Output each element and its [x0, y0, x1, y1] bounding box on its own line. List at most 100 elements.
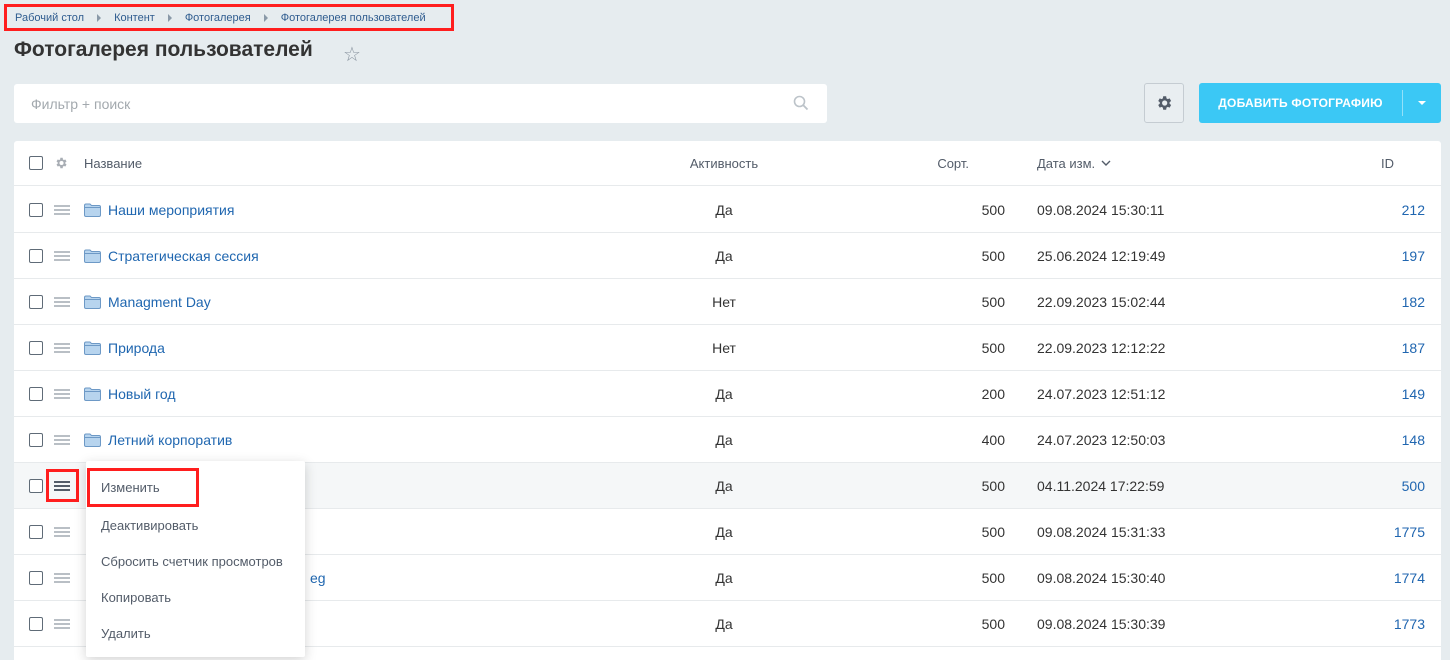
row-active: Нет — [712, 293, 736, 310]
table-row[interactable]: Новый год Да 200 24.07.2023 12:51:12 149 — [14, 371, 1441, 417]
menu-item-reset-views[interactable]: Сбросить счетчик просмотров — [86, 543, 305, 579]
row-sort: 500 — [981, 201, 1005, 218]
table-row[interactable]: Managment Day Нет 500 22.09.2023 15:02:44 18… — [14, 279, 1441, 325]
row-checkbox[interactable] — [29, 524, 43, 539]
row-id-link[interactable]: 187 — [1314, 325, 1425, 370]
table-row[interactable]: Природа Нет 500 22.09.2023 12:12:22 187 — [14, 325, 1441, 371]
row-actions-burger-icon[interactable] — [54, 250, 70, 261]
folder-icon — [84, 387, 101, 401]
row-active: Да — [715, 247, 733, 264]
row-id-link[interactable]: 182 — [1314, 279, 1425, 324]
breadcrumb-item-content[interactable]: Контент — [114, 12, 155, 24]
row-id-link[interactable]: 500 — [1314, 463, 1425, 508]
menu-item-deactivate[interactable]: Деактивировать — [86, 507, 305, 543]
select-all-checkbox[interactable] — [29, 156, 43, 170]
row-sort: 500 — [981, 569, 1005, 586]
row-id-link[interactable]: 1774 — [1314, 555, 1425, 600]
row-actions-burger-icon[interactable] — [54, 572, 70, 583]
row-name-link[interactable]: eg — [310, 570, 326, 586]
add-photo-dropdown-button[interactable] — [1403, 101, 1441, 105]
column-header-sort[interactable]: Сорт. — [894, 141, 969, 185]
row-active: Нет — [712, 339, 736, 356]
row-actions-burger-icon[interactable] — [54, 296, 70, 307]
row-active: Да — [715, 477, 733, 494]
star-icon[interactable]: ☆ — [343, 42, 361, 67]
row-checkbox[interactable] — [29, 570, 43, 585]
column-header-active[interactable]: Активность — [654, 141, 794, 185]
row-actions-burger-icon[interactable] — [54, 204, 70, 215]
menu-item-copy[interactable]: Копировать — [86, 579, 305, 615]
row-actions-burger-icon[interactable] — [54, 434, 70, 445]
row-id-link[interactable]: 149 — [1314, 371, 1425, 416]
row-checkbox[interactable] — [29, 202, 43, 217]
page-title: Фотогалерея пользователей — [14, 38, 313, 61]
row-actions-burger-icon[interactable] — [54, 342, 70, 353]
chevron-down-icon — [1101, 160, 1111, 166]
row-sort: 400 — [981, 431, 1005, 448]
row-checkbox[interactable] — [29, 294, 43, 309]
row-sort: 500 — [981, 293, 1005, 310]
column-header-name[interactable]: Название — [84, 141, 142, 185]
row-sort: 500 — [981, 247, 1005, 264]
column-header-date-label: Дата изм. — [1037, 155, 1096, 171]
row-actions-burger-icon[interactable] — [54, 388, 70, 399]
row-sort: 500 — [981, 339, 1005, 356]
row-sort: 200 — [981, 385, 1005, 402]
folder-icon — [84, 341, 101, 355]
breadcrumb-item-user-gallery[interactable]: Фотогалерея пользователей — [281, 12, 426, 24]
search-icon[interactable] — [793, 95, 809, 111]
row-sort: 500 — [981, 615, 1005, 632]
search-input[interactable] — [14, 84, 774, 123]
caret-down-icon — [1418, 101, 1426, 105]
row-date: 22.09.2023 15:02:44 — [1037, 293, 1166, 310]
row-checkbox[interactable] — [29, 386, 43, 401]
row-active: Да — [715, 523, 733, 540]
row-name-link[interactable]: Managment Day — [108, 294, 211, 310]
table-row[interactable]: Наши мероприятия Да 500 09.08.2024 15:30:11… — [14, 187, 1441, 233]
breadcrumb-item-desktop[interactable]: Рабочий стол — [15, 12, 84, 24]
row-date: 09.08.2024 15:30:40 — [1037, 569, 1166, 586]
row-name-link[interactable]: Новый год — [108, 386, 176, 402]
row-name-link[interactable]: Природа — [108, 340, 165, 356]
add-photo-button[interactable]: ДОБАВИТЬ ФОТОГРАФИЮ — [1199, 83, 1441, 123]
row-id-link[interactable]: 197 — [1314, 233, 1425, 278]
breadcrumb-separator-icon — [263, 13, 268, 22]
row-actions-burger-icon[interactable] — [54, 618, 70, 629]
settings-button[interactable] — [1144, 83, 1184, 123]
row-name-link[interactable]: Летний корпоратив — [108, 432, 232, 448]
row-checkbox[interactable] — [29, 432, 43, 447]
row-active: Да — [715, 385, 733, 402]
table-row[interactable]: Летний корпоратив Да 400 24.07.2023 12:50:0… — [14, 417, 1441, 463]
row-sort: 500 — [981, 477, 1005, 494]
row-checkbox[interactable] — [29, 478, 43, 493]
row-checkbox[interactable] — [29, 616, 43, 631]
row-id-link[interactable]: 1773 — [1314, 601, 1425, 646]
table-header: Название Активность Сорт. Дата изм. ID — [14, 141, 1441, 186]
row-actions-highlight — [46, 469, 79, 502]
row-date: 24.07.2023 12:50:03 — [1037, 431, 1166, 448]
row-id-link[interactable]: 1775 — [1314, 509, 1425, 554]
row-active: Да — [715, 431, 733, 448]
breadcrumb-item-gallery[interactable]: Фотогалерея — [185, 12, 251, 24]
row-date: 09.08.2024 15:30:39 — [1037, 615, 1166, 632]
column-header-id[interactable]: ID — [1314, 141, 1394, 185]
row-checkbox[interactable] — [29, 248, 43, 263]
row-checkbox[interactable] — [29, 340, 43, 355]
breadcrumb-separator-icon — [97, 13, 102, 22]
row-date: 09.08.2024 15:30:11 — [1037, 201, 1165, 218]
row-date: 24.07.2023 12:51:12 — [1037, 385, 1166, 402]
row-active: Да — [715, 569, 733, 586]
folder-icon — [84, 249, 101, 263]
row-context-menu: Изменить Деактивировать Сбросить счетчик… — [86, 461, 305, 657]
add-photo-label: ДОБАВИТЬ ФОТОГРАФИЮ — [1218, 96, 1383, 110]
row-id-link[interactable]: 148 — [1314, 417, 1425, 462]
table-row[interactable]: Стратегическая сессия Да 500 25.06.2024 12:… — [14, 233, 1441, 279]
row-id-link[interactable]: 212 — [1314, 187, 1425, 232]
menu-item-delete[interactable]: Удалить — [86, 615, 305, 651]
column-settings-gear-icon[interactable] — [54, 156, 68, 170]
row-name-link[interactable]: Стратегическая сессия — [108, 248, 259, 264]
menu-item-edit[interactable]: Изменить — [87, 468, 199, 507]
row-name-link[interactable]: Наши мероприятия — [108, 202, 234, 218]
column-header-date[interactable]: Дата изм. — [1037, 141, 1111, 185]
row-actions-burger-icon[interactable] — [54, 526, 70, 537]
